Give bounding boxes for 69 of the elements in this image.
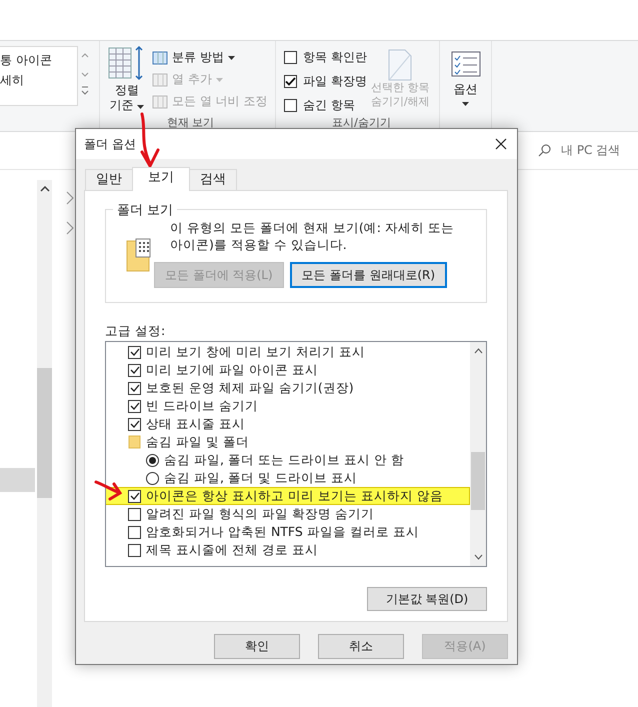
setting-item[interactable]: 미리 보기에 파일 아이콘 표시 — [106, 361, 470, 379]
chevron-right-icon[interactable] — [66, 191, 74, 205]
ribbon-checkbox[interactable]: 항목 확인란 — [284, 48, 367, 67]
dialog-title: 폴더 옵션 — [84, 136, 136, 152]
ribbon-checkbox[interactable]: 숨긴 항목 — [284, 96, 367, 115]
checkbox[interactable] — [128, 418, 141, 430]
dialog-button[interactable]: 확인 — [214, 634, 300, 659]
sort-by-button[interactable]: 정렬 기준 — [106, 45, 148, 115]
document-icon — [387, 49, 414, 81]
setting-item[interactable]: 미리 보기 창에 미리 보기 처리기 표시 — [106, 343, 470, 361]
scrollbar-thumb[interactable] — [471, 452, 485, 510]
tab[interactable]: 검색 — [189, 169, 237, 190]
group-legend: 폴더 보기 — [113, 201, 178, 219]
columns-icon — [152, 94, 168, 108]
tab[interactable]: 일반 — [85, 169, 133, 190]
tab[interactable]: 보기 — [132, 167, 190, 191]
scroll-up-icon — [40, 186, 50, 192]
search-icon — [538, 144, 551, 157]
setting-item[interactable]: 상태 표시줄 표시 — [106, 415, 470, 433]
folder-view-button[interactable]: 모든 폴더를 원래대로(R) — [290, 262, 448, 288]
group-label: 표시/숨기기 — [331, 115, 392, 131]
checkbox[interactable] — [128, 508, 141, 520]
group-label: 현재 보기 — [166, 115, 216, 131]
ribbon-command[interactable]: 분류 방법 — [152, 48, 268, 67]
setting-item[interactable]: 보호된 운영 체제 파일 숨기기(권장) — [106, 379, 470, 397]
folder-icon — [128, 435, 141, 449]
annotation-arrow — [94, 479, 124, 503]
checkbox[interactable] — [128, 382, 141, 394]
setting-item[interactable]: 알려진 파일 형식의 파일 확장명 숨기기 — [106, 505, 470, 523]
description: 이 유형의 모든 폴더에 현재 보기(예: 자세히 또는 아이콘)를 적용할 수 있습니다. — [170, 219, 455, 253]
checkbox[interactable] — [128, 490, 141, 502]
scrollbar-thumb[interactable] — [37, 368, 52, 498]
ribbon-checkbox[interactable]: 파일 확장명 — [284, 72, 367, 91]
checkbox[interactable] — [128, 526, 141, 538]
close-icon[interactable] — [495, 138, 507, 150]
options-button[interactable]: 옵션 — [450, 51, 480, 106]
setting-item[interactable]: 제목 표시줄에 전체 경로 표시 — [106, 541, 470, 559]
restore-defaults-button[interactable]: 기본값 복원(D) — [367, 587, 487, 611]
caret-icon — [228, 56, 235, 60]
layout-option[interactable]: 세히 — [0, 70, 77, 90]
check-icon — [285, 77, 296, 86]
search-field[interactable]: 내 PC 검색 — [532, 138, 638, 164]
radio-button[interactable] — [146, 472, 159, 484]
layout-option[interactable]: 통 아이콘 — [0, 50, 77, 70]
folder-icon — [126, 237, 152, 273]
columns-icon — [152, 72, 168, 86]
caret-icon — [462, 102, 469, 106]
setting-item[interactable]: 빈 드라이브 숨기기 — [106, 397, 470, 415]
radio-button[interactable] — [146, 454, 159, 466]
checkbox[interactable] — [128, 364, 141, 376]
scrollbar[interactable] — [37, 180, 52, 707]
checkbox[interactable] — [128, 346, 141, 358]
checkbox[interactable] — [128, 544, 141, 556]
setting-item[interactable]: 숨김 파일, 폴더 또는 드라이브 표시 안 함 — [106, 451, 470, 469]
columns-icon — [152, 50, 168, 64]
advanced-settings-label: 고급 설정: — [105, 323, 166, 340]
scroll-up-icon[interactable] — [474, 348, 482, 354]
check-icon — [130, 492, 140, 500]
caret-icon — [137, 105, 144, 109]
scroll-down-icon[interactable] — [474, 554, 482, 560]
dialog-button[interactable]: 취소 — [318, 634, 404, 659]
checkbox[interactable] — [128, 400, 141, 412]
setting-item[interactable]: 암호화되거나 압축된 NTFS 파일을 컬러로 표시 — [106, 523, 470, 541]
setting-item[interactable]: 숨김 파일 및 폴더 — [106, 433, 470, 451]
setting-item[interactable]: 아이콘은 항상 표시하고 미리 보기는 표시하지 않음 — [106, 487, 470, 505]
caret-icon — [216, 78, 223, 82]
checklist-icon — [450, 51, 480, 77]
setting-item[interactable]: 숨김 파일, 폴더 및 드라이브 표시 — [106, 469, 470, 487]
chevron-right-icon[interactable] — [66, 221, 74, 235]
